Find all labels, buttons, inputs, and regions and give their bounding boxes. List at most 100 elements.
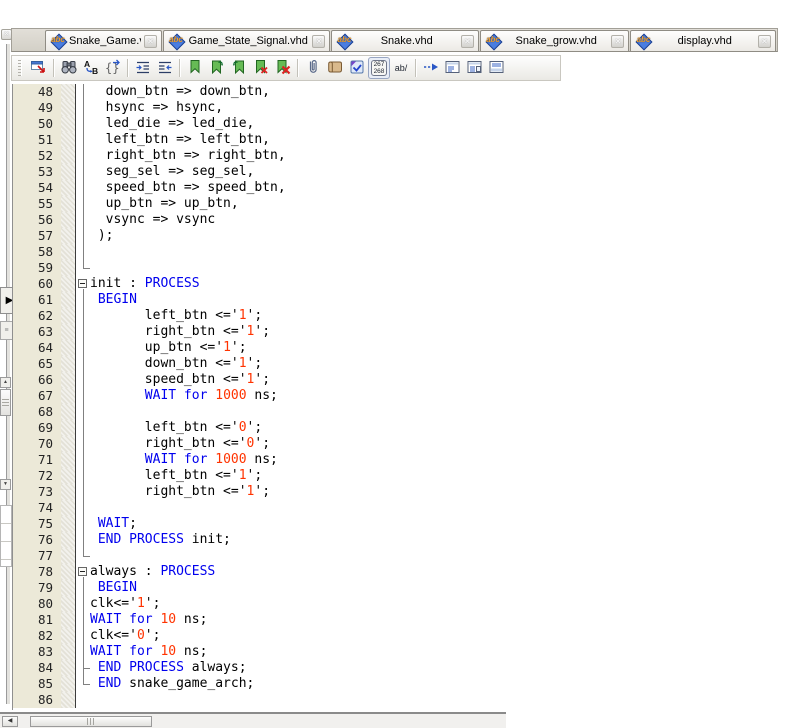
check-syntax-button[interactable] — [346, 57, 368, 79]
scroll-down-icon[interactable]: ▼ — [0, 479, 11, 490]
code-line[interactable]: 81WAIT for 10 ns; — [13, 612, 790, 628]
breakpoint-margin[interactable] — [61, 324, 75, 340]
line-number[interactable]: 57 — [13, 228, 61, 244]
line-number[interactable]: 73 — [13, 484, 61, 500]
line-number[interactable]: 51 — [13, 132, 61, 148]
code-line[interactable]: 63 right_btn <='1'; — [13, 324, 790, 340]
line-number[interactable]: 59 — [13, 260, 61, 276]
code-line[interactable]: 54 speed_btn => speed_btn, — [13, 180, 790, 196]
code-line[interactable]: 48 down_btn => down_btn, — [13, 84, 790, 100]
breakpoint-margin[interactable] — [61, 116, 75, 132]
code-line[interactable]: 56 vsync => vsync — [13, 212, 790, 228]
code-line[interactable]: 65 down_btn <='1'; — [13, 356, 790, 372]
line-number[interactable]: 84 — [13, 660, 61, 676]
breakpoint-margin[interactable] — [61, 212, 75, 228]
line-number[interactable]: 78 — [13, 564, 61, 580]
show-pane-corner-button[interactable] — [464, 57, 486, 79]
bookmark-clear-all-button[interactable] — [272, 57, 294, 79]
breakpoint-margin[interactable] — [61, 500, 75, 516]
breakpoint-margin[interactable] — [61, 292, 75, 308]
breakpoint-margin[interactable] — [61, 260, 75, 276]
line-number[interactable]: 86 — [13, 692, 61, 708]
breakpoint-margin[interactable] — [61, 644, 75, 660]
line-number[interactable]: 79 — [13, 580, 61, 596]
code-line[interactable]: 85 END snake_game_arch; — [13, 676, 790, 692]
line-number[interactable]: 48 — [13, 84, 61, 100]
breakpoint-margin[interactable] — [61, 580, 75, 596]
find-button[interactable] — [58, 57, 80, 79]
line-number[interactable]: 66 — [13, 372, 61, 388]
line-number[interactable]: 65 — [13, 356, 61, 372]
code-line[interactable]: 59 — [13, 260, 790, 276]
breakpoint-margin[interactable] — [61, 340, 75, 356]
breakpoint-margin[interactable] — [61, 132, 75, 148]
code-line[interactable]: 76 END PROCESS init; — [13, 532, 790, 548]
line-number[interactable]: 85 — [13, 676, 61, 692]
trace-button[interactable] — [420, 57, 442, 79]
fold-collapse-box[interactable] — [75, 564, 90, 580]
show-source-window-button[interactable] — [28, 57, 50, 79]
line-number[interactable]: 55 — [13, 196, 61, 212]
code-line[interactable]: 67 WAIT for 1000 ns; — [13, 388, 790, 404]
code-line[interactable]: 64 up_btn <='1'; — [13, 340, 790, 356]
line-number[interactable]: 67 — [13, 388, 61, 404]
tab-display-vhd[interactable]: abcdisplay.vhd✕ — [630, 30, 776, 51]
breakpoint-margin[interactable] — [61, 548, 75, 564]
code-line[interactable]: 61 BEGIN — [13, 292, 790, 308]
breakpoint-margin[interactable] — [61, 660, 75, 676]
code-line[interactable]: 50 led_die => led_die, — [13, 116, 790, 132]
line-number[interactable]: 70 — [13, 436, 61, 452]
tab-close-icon[interactable]: ✕ — [611, 35, 624, 48]
code-line[interactable]: 75 WAIT; — [13, 516, 790, 532]
breakpoint-margin[interactable] — [61, 196, 75, 212]
breakpoint-margin[interactable] — [61, 372, 75, 388]
tab-snake-grow-vhd[interactable]: abcSnake_grow.vhd✕ — [480, 30, 630, 51]
code-line[interactable]: 57 ); — [13, 228, 790, 244]
line-number[interactable]: 56 — [13, 212, 61, 228]
pane-splitter[interactable] — [6, 44, 11, 704]
code-line[interactable]: 69 left_btn <='0'; — [13, 420, 790, 436]
code-line[interactable]: 84 END PROCESS always; — [13, 660, 790, 676]
horizontal-scrollbar-thumb[interactable] — [30, 716, 152, 727]
code-line[interactable]: 58 — [13, 244, 790, 260]
breakpoint-margin[interactable] — [61, 308, 75, 324]
line-number[interactable]: 50 — [13, 116, 61, 132]
word-wrap-toggle-button[interactable]: ab/ — [390, 57, 412, 79]
code-line[interactable]: 79 BEGIN — [13, 580, 790, 596]
line-number[interactable]: 62 — [13, 308, 61, 324]
language-templates-button[interactable]: {} — [102, 57, 124, 79]
horizontal-scrollbar[interactable]: ◀ — [0, 712, 506, 728]
line-number[interactable]: 83 — [13, 644, 61, 660]
line-number[interactable]: 61 — [13, 292, 61, 308]
code-line[interactable]: 51 left_btn => left_btn, — [13, 132, 790, 148]
line-number[interactable]: 77 — [13, 548, 61, 564]
code-line[interactable]: 80clk<='1'; — [13, 596, 790, 612]
code-line[interactable]: 71 WAIT for 1000 ns; — [13, 452, 790, 468]
line-number[interactable]: 49 — [13, 100, 61, 116]
line-number[interactable]: 60 — [13, 276, 61, 292]
scroll-up-icon[interactable]: ▲ — [0, 377, 11, 388]
code-line[interactable]: 52 right_btn => right_btn, — [13, 148, 790, 164]
breakpoint-margin[interactable] — [61, 420, 75, 436]
breakpoint-margin[interactable] — [61, 516, 75, 532]
tab-snake-vhd[interactable]: abcSnake.vhd✕ — [331, 30, 479, 51]
line-number[interactable]: 72 — [13, 468, 61, 484]
tab-close-icon[interactable]: ✕ — [461, 35, 474, 48]
breakpoint-margin[interactable] — [61, 676, 75, 692]
breakpoint-margin[interactable] — [61, 100, 75, 116]
line-number[interactable]: 53 — [13, 164, 61, 180]
line-number[interactable]: 69 — [13, 420, 61, 436]
tab-close-icon[interactable]: ✕ — [144, 35, 157, 48]
breakpoint-margin[interactable] — [61, 244, 75, 260]
breakpoint-margin[interactable] — [61, 692, 75, 708]
line-numbers-toggle-button[interactable]: 267268 — [368, 57, 390, 79]
code-line[interactable]: 70 right_btn <='0'; — [13, 436, 790, 452]
replace-button[interactable]: AB — [80, 57, 102, 79]
source-history-button[interactable] — [324, 57, 346, 79]
breakpoint-margin[interactable] — [61, 388, 75, 404]
tab-snake-game-vhd[interactable]: abcSnake_Game.vhd✕ — [45, 30, 162, 51]
breakpoint-margin[interactable] — [61, 532, 75, 548]
breakpoint-margin[interactable] — [61, 612, 75, 628]
breakpoint-margin[interactable] — [61, 84, 75, 100]
breakpoint-margin[interactable] — [61, 468, 75, 484]
